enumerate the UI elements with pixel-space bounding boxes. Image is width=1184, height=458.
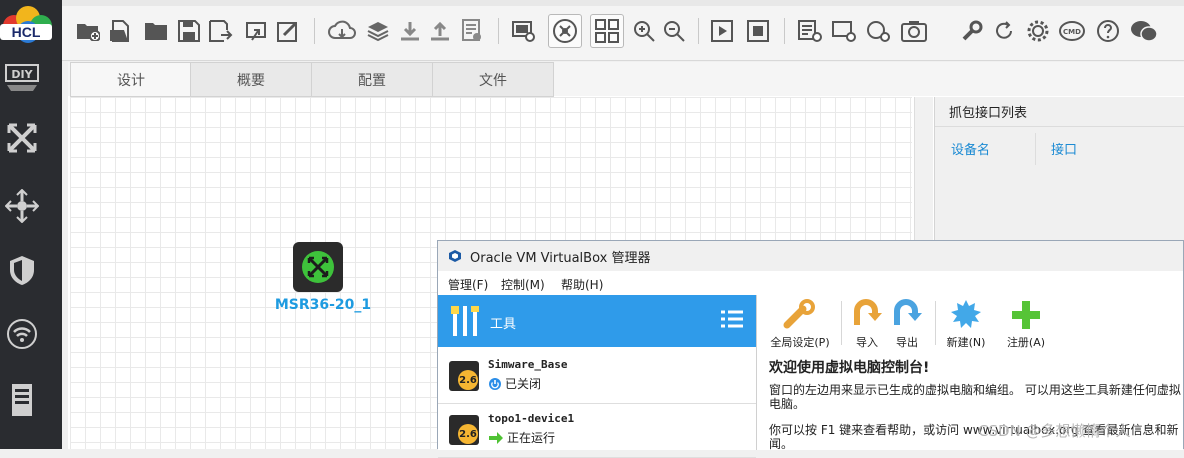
download-icon[interactable] <box>396 16 424 46</box>
tab-bar: 设计 概要 配置 文件 <box>68 62 1184 97</box>
grid-icon[interactable] <box>590 14 624 48</box>
tools-label: 工具 <box>490 317 517 332</box>
vm-list: 工具 2.6 Simware_Base 已关闭 2.6 topo1-device… <box>438 295 757 458</box>
zoom-out-icon[interactable] <box>660 16 688 46</box>
save-as-icon[interactable] <box>207 16 235 46</box>
svg-text:DIY: DIY <box>11 68 33 81</box>
device-label: MSR36-20_1 <box>274 297 372 313</box>
plus-icon <box>1012 301 1040 329</box>
tools-icon <box>450 304 480 341</box>
vm-item[interactable]: 2.6 topo1-device1 正在运行 <box>438 403 756 458</box>
screenshot-icon[interactable] <box>510 16 538 46</box>
export-icon <box>894 299 922 325</box>
edit-icon[interactable] <box>274 16 302 46</box>
vm-name: Simware_Base <box>488 358 568 371</box>
switch-icon[interactable] <box>2 118 42 158</box>
virtualbox-window: Oracle VM VirtualBox 管理器 管理(F) 控制(M) 帮助(… <box>437 240 1184 458</box>
starburst-icon <box>951 300 981 328</box>
tab-config[interactable]: 配置 <box>311 62 433 97</box>
running-arrow-icon <box>489 431 503 444</box>
vm-state: 正在运行 <box>488 429 555 446</box>
new-vm-button[interactable]: 新建(N) <box>943 299 989 350</box>
layers-icon[interactable] <box>364 16 392 46</box>
cloud-icon[interactable] <box>328 16 356 46</box>
help-icon[interactable] <box>1094 16 1122 46</box>
router-icon[interactable] <box>2 186 42 226</box>
hub-icon[interactable] <box>548 14 582 48</box>
vm-os-icon: 2.6 <box>449 361 479 391</box>
menu-help[interactable]: 帮助(H) <box>561 276 603 293</box>
tab-design[interactable]: 设计 <box>70 62 192 97</box>
vm-os-icon: 2.6 <box>449 415 479 445</box>
zoom-in-icon[interactable] <box>630 16 658 46</box>
capture-panel-title: 抓包接口列表 <box>935 97 1184 127</box>
export-icon[interactable] <box>242 16 270 46</box>
vm-state: 已关闭 <box>488 375 541 392</box>
play-icon[interactable] <box>708 16 736 46</box>
import-icon <box>854 299 882 325</box>
camera-icon[interactable] <box>900 16 928 46</box>
refresh-icon[interactable] <box>990 16 1018 46</box>
list-view-icon[interactable] <box>720 309 744 336</box>
column-interface[interactable]: 接口 <box>1051 139 1077 158</box>
tools-item[interactable]: 工具 <box>438 295 756 347</box>
global-settings-button[interactable]: 全局设定(P) <box>765 299 835 350</box>
welcome-title: 欢迎使用虚拟电脑控制台! <box>769 360 930 376</box>
menu-manage[interactable]: 管理(F) <box>448 276 488 293</box>
save-icon[interactable] <box>175 16 203 46</box>
cmd-icon[interactable]: CMD <box>1058 16 1086 46</box>
open-file-icon[interactable] <box>106 16 134 46</box>
csdn-watermark: CSDN @多想懒惰个人 <box>978 422 1131 440</box>
new-folder-icon[interactable] <box>74 16 102 46</box>
welcome-text: 窗口的左边用来显示已生成的虚拟电脑和编组。 可以用这些工具新建任何虚拟电脑。 <box>769 383 1181 411</box>
wireless-icon[interactable] <box>2 314 42 354</box>
wrench-icon <box>783 299 815 329</box>
vm-name: topo1-device1 <box>488 412 575 425</box>
firewall-icon[interactable] <box>2 250 42 290</box>
log-icon[interactable] <box>458 16 486 46</box>
menu-control[interactable]: 控制(M) <box>501 276 545 293</box>
left-sidebar: HCL DIY <box>0 0 62 449</box>
power-off-icon <box>489 377 501 390</box>
main-toolbar: CMD <box>62 0 1184 61</box>
column-device-name[interactable]: 设备名 <box>951 139 990 158</box>
add-window-icon[interactable] <box>830 16 858 46</box>
import-button[interactable]: 导入 <box>849 299 885 350</box>
window-titlebar: Oracle VM VirtualBox 管理器 <box>438 241 1183 271</box>
register-button[interactable]: 注册(A) <box>1001 299 1051 350</box>
upload-icon[interactable] <box>426 16 454 46</box>
menu-bar: 管理(F) 控制(M) 帮助(H) <box>438 271 1183 295</box>
tab-overview[interactable]: 概要 <box>190 62 312 97</box>
add-list-icon[interactable] <box>796 16 824 46</box>
window-title: Oracle VM VirtualBox 管理器 <box>470 250 651 266</box>
add-circle-icon[interactable] <box>864 16 892 46</box>
open-folder-icon[interactable] <box>142 16 170 46</box>
svg-text:CMD: CMD <box>1063 28 1081 36</box>
hcl-logo: HCL <box>0 4 56 48</box>
tab-files[interactable]: 文件 <box>432 62 554 97</box>
vm-item[interactable]: 2.6 Simware_Base 已关闭 <box>438 349 756 404</box>
stop-icon[interactable] <box>744 16 772 46</box>
router-device[interactable] <box>293 242 343 292</box>
gear-icon[interactable] <box>1024 16 1052 46</box>
logo-text: HCL <box>12 24 41 40</box>
diy-icon[interactable]: DIY <box>2 58 42 98</box>
wrench-icon[interactable] <box>958 16 986 46</box>
wechat-icon[interactable] <box>1130 16 1158 46</box>
server-icon[interactable] <box>2 380 42 420</box>
export-button[interactable]: 导出 <box>889 299 925 350</box>
virtualbox-logo-icon <box>448 249 462 263</box>
